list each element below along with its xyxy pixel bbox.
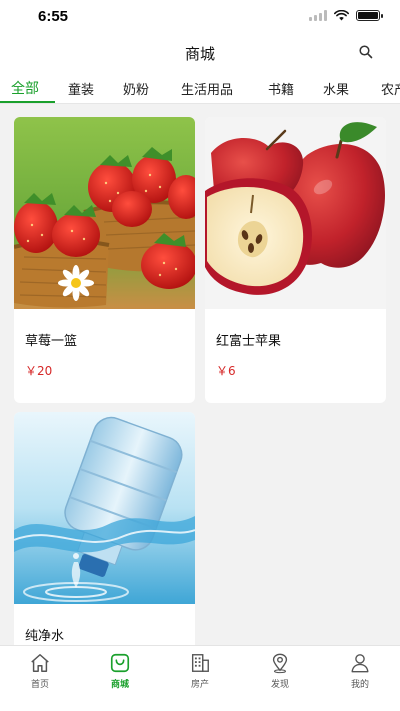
home-icon bbox=[31, 654, 49, 672]
shop-icon bbox=[110, 653, 130, 673]
tab-kids-clothing[interactable]: 童装 bbox=[68, 79, 94, 98]
search-icon[interactable] bbox=[358, 44, 374, 60]
product-name: 纯净水 bbox=[25, 629, 65, 644]
battery-icon bbox=[356, 10, 383, 21]
water-bottle-image bbox=[14, 412, 195, 604]
tabbar-item-home[interactable]: 首页 bbox=[0, 652, 80, 690]
cellular-signal-icon bbox=[309, 10, 327, 21]
tabbar-item-discover[interactable]: 发现 bbox=[240, 652, 320, 690]
product-price: ￥6 bbox=[216, 364, 236, 378]
bottom-tab-bar: 首页 商城 房产 发现 我的 bbox=[0, 645, 400, 711]
tabbar-item-profile[interactable]: 我的 bbox=[320, 652, 400, 690]
product-price: ￥20 bbox=[25, 364, 53, 378]
page-title: 商城 bbox=[184, 45, 215, 63]
person-icon bbox=[351, 654, 369, 673]
tabbar-label: 房产 bbox=[190, 680, 209, 690]
tab-all[interactable]: 全部 bbox=[11, 78, 39, 98]
tab-fruit[interactable]: 水果 bbox=[323, 79, 349, 98]
tab-books[interactable]: 书籍 bbox=[268, 79, 294, 98]
nav-bar: 商城 bbox=[0, 34, 400, 70]
category-tabs: 全部 童装 奶粉 生活用品 书籍 水果 农产 bbox=[0, 70, 400, 104]
tabbar-label: 发现 bbox=[270, 680, 289, 690]
location-icon bbox=[272, 653, 288, 674]
product-name: 草莓一篮 bbox=[25, 334, 78, 349]
tabbar-label: 我的 bbox=[350, 680, 369, 690]
product-card-apples[interactable]: 红富士苹果 ￥6 bbox=[205, 117, 386, 403]
tab-milk-powder[interactable]: 奶粉 bbox=[123, 79, 149, 98]
active-tab-indicator bbox=[0, 101, 55, 103]
status-icons bbox=[309, 10, 383, 21]
apples-image bbox=[205, 117, 386, 309]
status-time: 6:55 bbox=[38, 8, 69, 25]
tab-farm-products[interactable]: 农产 bbox=[381, 79, 400, 98]
tab-daily-goods[interactable]: 生活用品 bbox=[181, 79, 233, 98]
tabbar-label: 首页 bbox=[30, 680, 49, 690]
status-bar: 6:55 bbox=[0, 0, 400, 34]
tabbar-label: 商城 bbox=[110, 680, 129, 690]
product-card-strawberries[interactable]: 草莓一篮 ￥20 bbox=[14, 117, 195, 403]
strawberries-image bbox=[14, 117, 195, 309]
product-card-water[interactable]: 纯净水 bbox=[14, 412, 195, 652]
tabbar-item-property[interactable]: 房产 bbox=[160, 652, 240, 690]
product-name: 红富士苹果 bbox=[216, 334, 282, 349]
wifi-icon bbox=[334, 10, 349, 21]
tabbar-item-shop[interactable]: 商城 bbox=[80, 652, 160, 690]
building-icon bbox=[191, 654, 209, 672]
